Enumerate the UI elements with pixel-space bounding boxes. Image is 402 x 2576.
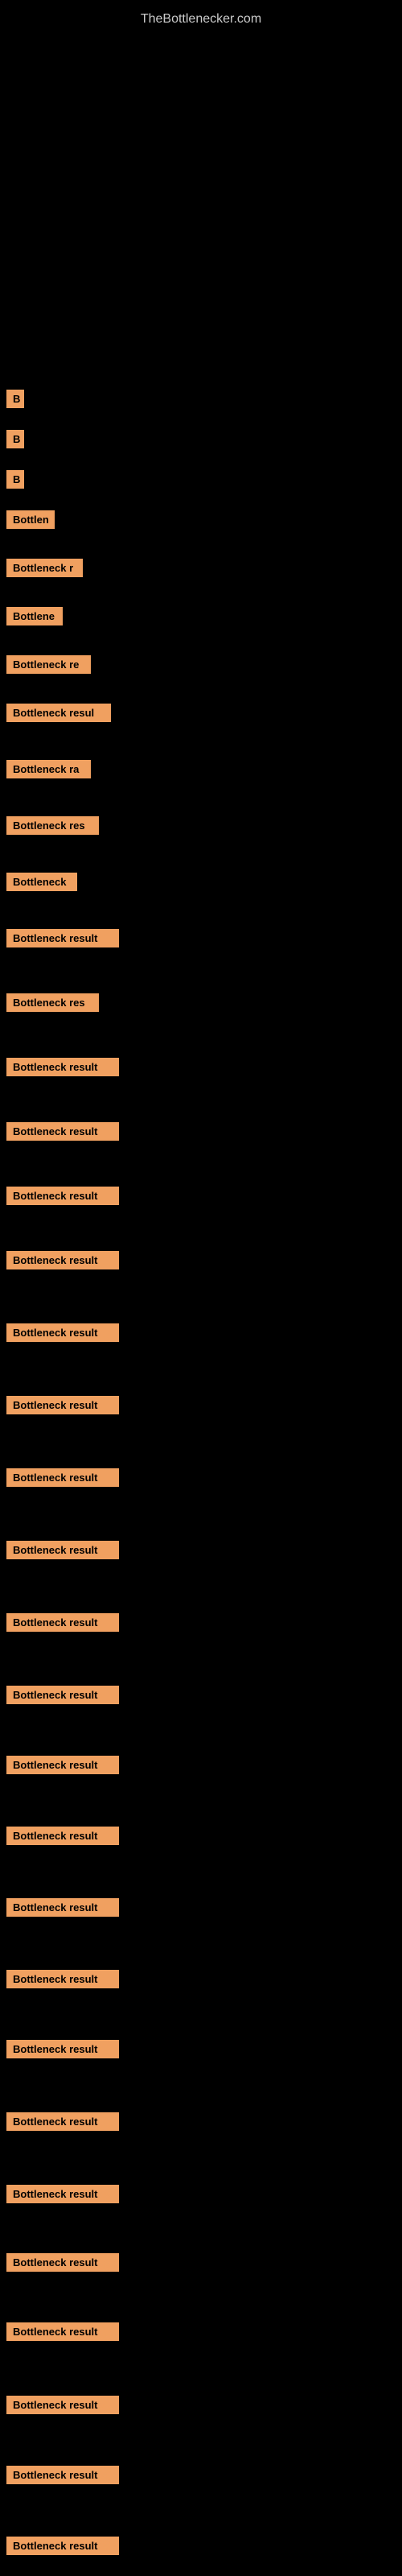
result-row: Bottleneck bbox=[6, 869, 77, 898]
result-row: Bottleneck resul bbox=[6, 700, 111, 729]
result-row: B bbox=[6, 386, 24, 415]
result-row: Bottleneck result bbox=[6, 2462, 119, 2491]
site-title: TheBottlenecker.com bbox=[0, 4, 402, 35]
bottleneck-label: Bottleneck result bbox=[6, 2466, 119, 2484]
result-row: Bottleneck res bbox=[6, 813, 99, 842]
result-row: Bottleneck res bbox=[6, 990, 99, 1019]
bottleneck-label: Bottleneck result bbox=[6, 2253, 119, 2272]
bottleneck-label: Bottleneck result bbox=[6, 1756, 119, 1774]
bottleneck-label: Bottleneck result bbox=[6, 2537, 119, 2555]
bottleneck-label: Bottleneck result bbox=[6, 1541, 119, 1559]
result-row: Bottleneck result bbox=[6, 1895, 119, 1924]
result-row: Bottleneck result bbox=[6, 1119, 119, 1148]
result-row: Bottleneck result bbox=[6, 2533, 119, 2562]
result-row: Bottleneck result bbox=[6, 1610, 119, 1639]
bottleneck-label: Bottleneck resul bbox=[6, 704, 111, 722]
bottleneck-label: Bottleneck result bbox=[6, 1122, 119, 1141]
bottleneck-label: B bbox=[6, 470, 24, 489]
result-row: Bottleneck result bbox=[6, 2182, 119, 2211]
result-row: B bbox=[6, 467, 24, 496]
result-row: B bbox=[6, 427, 24, 456]
result-row: Bottleneck result bbox=[6, 2250, 119, 2279]
result-row: Bottleneck result bbox=[6, 1967, 119, 1996]
result-row: Bottleneck result bbox=[6, 1538, 119, 1567]
result-row: Bottleneck result bbox=[6, 1320, 119, 1349]
bottleneck-label: Bottlene bbox=[6, 607, 63, 625]
bottleneck-label: Bottleneck result bbox=[6, 1827, 119, 1845]
result-row: Bottleneck result bbox=[6, 2109, 119, 2138]
result-row: Bottleneck result bbox=[6, 1393, 119, 1422]
bottleneck-label: Bottleneck result bbox=[6, 1058, 119, 1076]
bottleneck-label: Bottleneck result bbox=[6, 1251, 119, 1269]
result-row: Bottleneck result bbox=[6, 2037, 119, 2066]
result-row: Bottleneck result bbox=[6, 1682, 119, 1711]
bottleneck-label: Bottleneck r bbox=[6, 559, 83, 577]
result-row: Bottleneck result bbox=[6, 1752, 119, 1781]
bottleneck-label: Bottleneck result bbox=[6, 2112, 119, 2131]
bottleneck-label: Bottleneck result bbox=[6, 2322, 119, 2341]
bottleneck-label: Bottleneck bbox=[6, 873, 77, 891]
bottleneck-label: Bottleneck re bbox=[6, 655, 91, 674]
bottleneck-label: Bottlen bbox=[6, 510, 55, 529]
result-row: Bottleneck result bbox=[6, 2392, 119, 2421]
result-row: Bottleneck result bbox=[6, 1055, 119, 1084]
bottleneck-label: Bottleneck result bbox=[6, 2396, 119, 2414]
bottleneck-label: Bottleneck result bbox=[6, 1187, 119, 1205]
result-row: Bottleneck result bbox=[6, 2319, 119, 2348]
result-row: Bottleneck ra bbox=[6, 757, 91, 786]
bottleneck-label: Bottleneck result bbox=[6, 1613, 119, 1632]
result-row: Bottleneck re bbox=[6, 652, 91, 681]
result-row: Bottlene bbox=[6, 604, 63, 633]
bottleneck-label: Bottleneck result bbox=[6, 929, 119, 947]
bottleneck-label: Bottleneck ra bbox=[6, 760, 91, 778]
result-row: Bottleneck result bbox=[6, 1823, 119, 1852]
bottleneck-label: Bottleneck result bbox=[6, 1323, 119, 1342]
bottleneck-label: Bottleneck result bbox=[6, 1970, 119, 1988]
result-row: Bottleneck result bbox=[6, 1465, 119, 1494]
result-row: Bottleneck result bbox=[6, 1248, 119, 1277]
bottleneck-label: B bbox=[6, 390, 24, 408]
bottleneck-label: Bottleneck result bbox=[6, 2040, 119, 2058]
bottleneck-label: Bottleneck result bbox=[6, 1686, 119, 1704]
bottleneck-label: Bottleneck res bbox=[6, 993, 99, 1012]
result-row: Bottleneck result bbox=[6, 1183, 119, 1212]
bottleneck-label: Bottleneck result bbox=[6, 2185, 119, 2203]
result-row: Bottleneck result bbox=[6, 926, 119, 955]
bottleneck-label: Bottleneck result bbox=[6, 1468, 119, 1487]
result-row: Bottleneck r bbox=[6, 555, 83, 584]
bottleneck-label: Bottleneck res bbox=[6, 816, 99, 835]
result-row: Bottlen bbox=[6, 507, 55, 536]
bottleneck-label: Bottleneck result bbox=[6, 1396, 119, 1414]
bottleneck-label: Bottleneck result bbox=[6, 1898, 119, 1917]
bottleneck-label: B bbox=[6, 430, 24, 448]
